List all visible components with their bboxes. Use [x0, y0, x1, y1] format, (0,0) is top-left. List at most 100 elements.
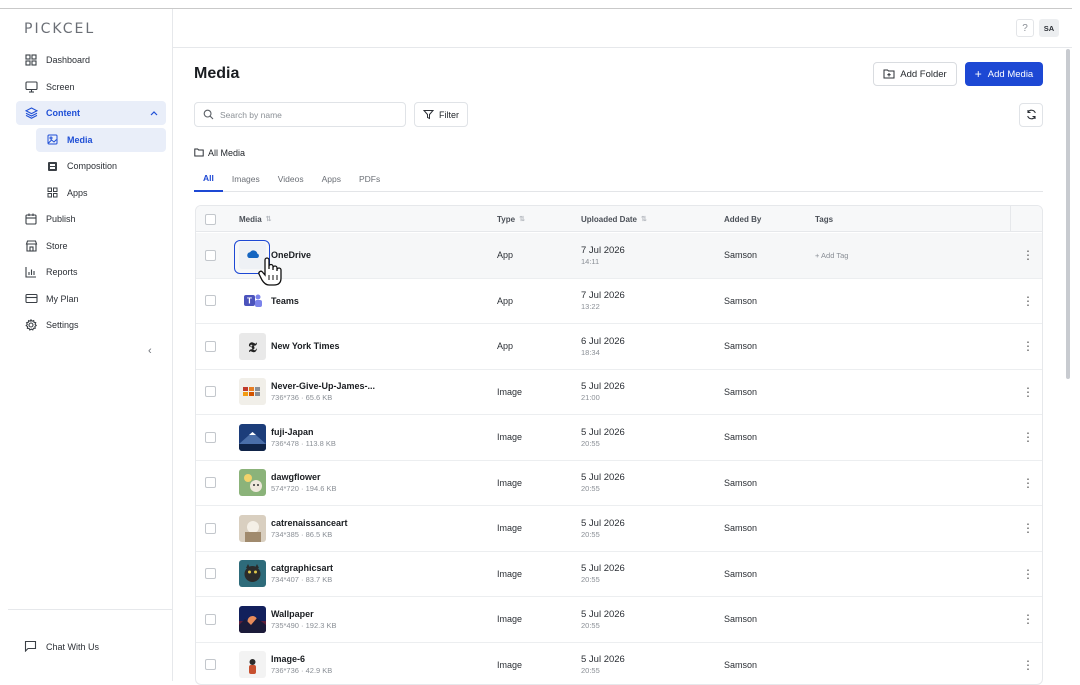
column-media[interactable]: Media⇅ — [239, 206, 272, 232]
table-row[interactable]: Wallpaper735*490 · 192.3 KBImage5 Jul 20… — [196, 597, 1043, 643]
row-checkbox[interactable] — [205, 432, 216, 443]
row-checkbox[interactable] — [205, 568, 216, 579]
media-name[interactable]: dawgflower — [271, 472, 336, 482]
image-icon — [46, 134, 58, 146]
column-uploaded-date[interactable]: Uploaded Date⇅ — [581, 206, 647, 232]
sidebar-item-reports[interactable]: Reports — [16, 260, 166, 284]
pickcel-logo[interactable]: PICKCEL — [24, 21, 95, 37]
avatar[interactable]: SA — [1039, 19, 1059, 37]
media-cell[interactable]: catgraphicsart734*407 · 83.7 KB — [239, 552, 333, 597]
sidebar-item-dashboard[interactable]: Dashboard — [16, 48, 166, 72]
media-thumbnail[interactable] — [239, 378, 266, 405]
add-tag-button[interactable]: + Add Tag — [815, 251, 848, 260]
media-thumbnail[interactable] — [239, 424, 266, 451]
table-row[interactable]: Image-6736*736 · 42.9 KBImage5 Jul 20262… — [196, 643, 1043, 685]
added-by: Samson — [724, 250, 757, 260]
more-options-icon[interactable]: ⋮ — [1022, 643, 1034, 685]
media-cell[interactable]: Never-Give-Up-James-... 736*736 · 65.6 KB — [239, 370, 375, 415]
table-row[interactable]: TTeamsApp7 Jul 202613:22Samson⋮ — [196, 279, 1043, 325]
sidebar-item-my-plan[interactable]: My Plan — [16, 287, 166, 311]
media-name[interactable]: Wallpaper — [271, 609, 336, 619]
media-thumbnail[interactable] — [239, 515, 266, 542]
media-cell[interactable]: T Teams — [239, 279, 299, 324]
more-options-icon[interactable]: ⋮ — [1022, 370, 1034, 415]
help-icon: ? — [1022, 23, 1028, 34]
media-thumbnail[interactable]: 𝕿 — [239, 333, 266, 360]
sidebar-item-settings[interactable]: Settings — [16, 313, 166, 337]
breadcrumb-all-media[interactable]: All Media — [208, 148, 245, 158]
table-row[interactable]: dawgflower574*720 · 194.6 KBImage5 Jul 2… — [196, 461, 1043, 507]
column-type[interactable]: Type⇅ — [497, 206, 525, 232]
row-checkbox[interactable] — [205, 341, 216, 352]
row-checkbox[interactable] — [205, 250, 216, 261]
sidebar-item-publish[interactable]: Publish — [16, 207, 166, 231]
media-info: New York Times — [271, 341, 340, 351]
sidebar-item-content[interactable]: Content — [16, 101, 166, 125]
more-options-icon[interactable]: ⋮ — [1022, 324, 1034, 369]
more-options-icon[interactable]: ⋮ — [1022, 506, 1034, 551]
table-row[interactable]: Never-Give-Up-James-... 736*736 · 65.6 KB… — [196, 370, 1043, 416]
table-row[interactable]: catgraphicsart734*407 · 83.7 KBImage5 Ju… — [196, 552, 1043, 598]
more-options-icon[interactable]: ⋮ — [1022, 552, 1034, 597]
media-name[interactable]: Never-Give-Up-James-... — [271, 381, 375, 391]
tab-apps[interactable]: Apps — [313, 166, 350, 192]
tab-pdfs[interactable]: PDFs — [350, 166, 389, 192]
sidebar-item-screen[interactable]: Screen — [16, 75, 166, 99]
refresh-button[interactable] — [1019, 103, 1043, 127]
sidebar-item-media[interactable]: Media — [36, 128, 166, 152]
search-input[interactable] — [220, 110, 390, 120]
table-row[interactable]: catrenaissanceart734*385 · 86.5 KBImage5… — [196, 506, 1043, 552]
media-thumbnail[interactable] — [239, 606, 266, 633]
row-checkbox[interactable] — [205, 523, 216, 534]
more-options-icon[interactable]: ⋮ — [1022, 461, 1034, 506]
added-by: Samson — [724, 478, 757, 488]
more-options-icon[interactable]: ⋮ — [1022, 279, 1034, 324]
media-name[interactable]: catgraphicsart — [271, 563, 333, 573]
media-name[interactable]: Image-6 — [271, 654, 332, 664]
page-scrollbar[interactable] — [1066, 49, 1070, 379]
media-name[interactable]: Teams — [271, 296, 299, 306]
more-options-icon[interactable]: ⋮ — [1022, 597, 1034, 642]
sidebar-item-composition[interactable]: Composition — [36, 154, 166, 178]
chevron-up-icon[interactable] — [150, 109, 158, 118]
media-cell[interactable]: dawgflower574*720 · 194.6 KB — [239, 461, 336, 506]
tab-all[interactable]: All — [194, 166, 223, 192]
media-cell[interactable]: catrenaissanceart734*385 · 86.5 KB — [239, 506, 348, 551]
tab-images[interactable]: Images — [223, 166, 269, 192]
media-name[interactable]: catrenaissanceart — [271, 518, 348, 528]
added-by-cell: Samson — [724, 643, 757, 685]
media-cell[interactable]: 𝕿 New York Times — [239, 324, 340, 369]
media-cell[interactable]: Wallpaper735*490 · 192.3 KB — [239, 597, 336, 642]
help-button[interactable]: ? — [1016, 19, 1034, 37]
filter-button[interactable]: Filter — [414, 102, 468, 127]
media-thumbnail[interactable] — [239, 560, 266, 587]
row-checkbox[interactable] — [205, 295, 216, 306]
row-checkbox[interactable] — [205, 614, 216, 625]
media-thumbnail[interactable] — [239, 651, 266, 678]
more-options-icon[interactable]: ⋮ — [1022, 233, 1034, 278]
sidebar-item-store[interactable]: Store — [16, 234, 166, 258]
table-row[interactable]: 𝕿New York TimesApp6 Jul 202618:34Samson⋮ — [196, 324, 1043, 370]
media-name[interactable]: New York Times — [271, 341, 340, 351]
media-thumbnail[interactable]: T — [239, 287, 266, 314]
media-cell[interactable]: Image-6736*736 · 42.9 KB — [239, 643, 332, 685]
table-row[interactable]: fuji-Japan736*478 · 113.8 KBImage5 Jul 2… — [196, 415, 1043, 461]
tab-videos[interactable]: Videos — [269, 166, 313, 192]
media-meta: 736*736 · 65.6 KB — [271, 393, 375, 402]
select-all-checkbox[interactable] — [205, 214, 216, 225]
row-checkbox[interactable] — [205, 386, 216, 397]
chat-with-us-button[interactable]: Chat With Us — [24, 640, 99, 654]
more-options-icon[interactable]: ⋮ — [1022, 415, 1034, 460]
row-checkbox[interactable] — [205, 477, 216, 488]
media-cell[interactable]: fuji-Japan736*478 · 113.8 KB — [239, 415, 336, 460]
collapse-sidebar-button[interactable]: ‹ — [148, 345, 152, 357]
sidebar-item-apps[interactable]: Apps — [36, 181, 166, 205]
add-folder-button[interactable]: Add Folder — [873, 62, 957, 86]
table-row[interactable]: OneDriveApp7 Jul 202614:11Samson+ Add Ta… — [196, 233, 1043, 279]
add-media-button[interactable]: + Add Media — [965, 62, 1043, 86]
added-by-cell: Samson — [724, 370, 757, 415]
media-name[interactable]: fuji-Japan — [271, 427, 336, 437]
column-label: Added By — [724, 215, 761, 224]
row-checkbox[interactable] — [205, 659, 216, 670]
media-thumbnail[interactable] — [239, 469, 266, 496]
